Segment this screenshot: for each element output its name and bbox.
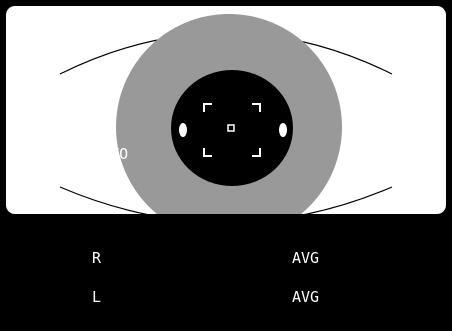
eye-viewer [6, 6, 446, 214]
reading-right-value: AVG [292, 249, 320, 267]
measure-mode-label: AUTO [92, 145, 129, 163]
device-screen: R AUTO 0-30 R L AVG AVG [0, 0, 452, 331]
readings-value-column: AVG AVG [292, 226, 328, 330]
alignment-dot-icon [279, 123, 287, 137]
reading-left-eye: L [92, 288, 102, 306]
pupil [171, 70, 293, 186]
eye-side-label: R [92, 106, 102, 124]
readings-eye-column: R L [92, 226, 128, 330]
alignment-dot-icon [179, 123, 187, 137]
eye-info-block: R AUTO 0-30 [92, 83, 128, 226]
reading-right-eye: R [92, 249, 102, 267]
reading-left-value: AVG [292, 288, 320, 306]
range-label: 0-30 [92, 184, 129, 202]
